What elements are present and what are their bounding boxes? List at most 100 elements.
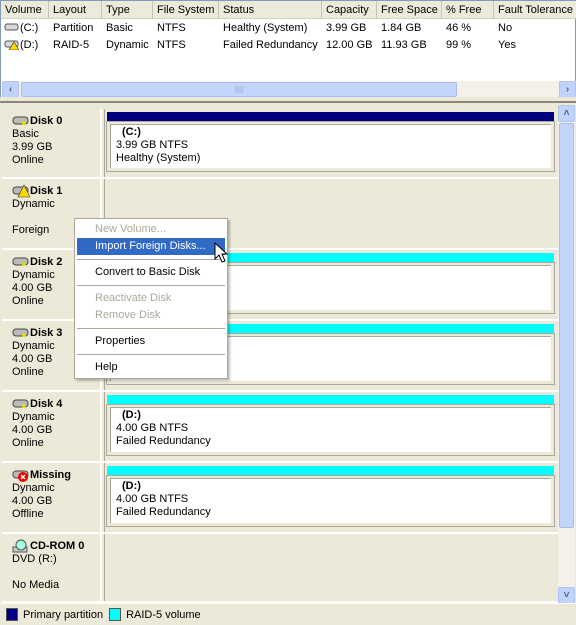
legend-swatch-raid5 [109,608,122,621]
cdrom-icon [12,539,30,553]
column-file-system[interactable]: File System [153,1,219,19]
volume-status: Failed Redundancy [116,435,211,447]
disk-icon [12,114,30,128]
volume-row[interactable]: (C:) Partition Basic NTFS Healthy (System) 3.… [1,20,576,37]
disk-info[interactable]: Missing Dynamic 4.00 GB Offline [2,463,102,532]
volume-label: (D:) [122,480,141,492]
volume-row[interactable]: (D:) RAID-5 Dynamic NTFS Failed Redundancy 12… [1,37,576,54]
menu-item-properties[interactable]: Properties [77,333,225,350]
cell-pct_free: 46 % [446,22,472,34]
column-status[interactable]: Status [219,1,322,19]
disk-type: Dynamic [12,411,55,423]
cell-free: 1.84 GB [381,22,422,34]
scroll-left-button[interactable]: ‹ [2,81,19,98]
scroll-down-button[interactable]: ˅ [558,587,575,604]
column-volume[interactable]: Volume [1,1,49,19]
volume-size-fs: 4.00 GB NTFS [116,493,189,505]
menu-separator [77,354,225,355]
disk-size: 4.00 GB [12,495,53,507]
cell-fs: NTFS [157,22,186,34]
menu-item-convert-to-basic-disk[interactable]: Convert to Basic Disk [77,264,225,281]
menu-item-new-volume: New Volume... [95,223,166,235]
menu-separator [77,328,225,329]
menu-item-import-foreign-disks[interactable]: Import Foreign Disks... [77,238,225,255]
disk-type: DVD (R:) [12,553,57,565]
disk-info[interactable]: Disk 0 Basic 3.99 GB Online [2,109,102,177]
volume-name: (D:) [20,39,39,51]
disk-info[interactable]: Disk 4 Dynamic 4.00 GB Online [2,392,102,461]
scroll-up-button[interactable]: ˄ [558,105,575,122]
disk-name: Disk 4 [30,397,63,410]
mouse-cursor-icon [214,242,228,263]
disk-state: Offline [12,508,44,520]
volume-size-fs: 4.00 GB NTFS [116,422,189,434]
disk-row-4[interactable]: Disk 4 Dynamic 4.00 GB Online (D:) 4.00 GB NT… [2,392,558,463]
disk-name: Disk 3 [30,326,63,339]
cell-type: Dynamic [106,39,149,51]
horizontal-scrollbar[interactable]: ‹ |||| › [2,81,576,98]
cell-free: 11.93 GB [381,39,427,51]
cell-volume: (D:) [1,37,49,54]
disk-volume-area: (D:) 4.00 GB NTFS Failed Redundancy [104,463,558,532]
menu-item-remove-disk: Remove Disk [95,309,161,321]
vertical-scroll-thumb[interactable] [559,123,574,528]
menu-separator [77,259,225,260]
volume-size-fs: 3.99 GB NTFS [116,139,189,151]
volume-label: (C:) [122,126,141,138]
legend-label-raid5: RAID-5 volume [126,608,201,621]
legend: Primary partition RAID-5 volume [0,603,576,625]
disk-row-5[interactable]: Missing Dynamic 4.00 GB Offline (D:) 4.00 GB … [2,463,558,534]
cell-fault: Yes [498,39,516,51]
disk-state: No Media [12,579,60,591]
context-menu: New Volume... Import Foreign Disks... Conv… [74,218,228,379]
disk-state: Online [12,154,44,166]
volume-name: (C:) [20,22,39,34]
disk-volume-area [104,534,558,601]
disk-name: Disk 0 [30,114,63,127]
disk-state: Online [12,437,44,449]
disk-size: 3.99 GB [12,141,53,153]
volume-block[interactable]: (D:) 4.00 GB NTFS Failed Redundancy [106,475,555,527]
disk-icon [12,397,30,411]
volume-status: Failed Redundancy [116,506,211,518]
column-capacity[interactable]: Capacity [322,1,377,19]
scroll-right-button[interactable]: › [559,81,576,98]
disk-warning-icon [12,184,31,198]
horizontal-scroll-thumb[interactable]: |||| [21,82,457,97]
column-layout[interactable]: Layout [49,1,102,19]
cell-layout: RAID-5 [53,39,90,51]
disk-row-0[interactable]: Disk 0 Basic 3.99 GB Online (C:) 3.99 GB NTFS… [2,109,558,179]
cell-capacity: 12.00 GB [326,39,373,51]
volume-status: Healthy (System) [116,152,201,164]
disk-row-6[interactable]: CD-ROM 0 DVD (R:) No Media [2,534,558,603]
vertical-scrollbar[interactable]: ˄ ˅ [558,105,575,604]
drive-warning-icon [4,38,20,52]
volume-block[interactable]: (C:) 3.99 GB NTFS Healthy (System) [106,121,555,172]
volume-color-bar [107,466,554,476]
volume-block[interactable]: (D:) 4.00 GB NTFS Failed Redundancy [106,404,555,456]
volume-list-header: Volume Layout Type File System Status Ca… [1,1,576,19]
column-free-space[interactable]: Free Space [377,1,442,19]
disk-size [12,566,100,579]
volume-list: Volume Layout Type File System Status Ca… [0,0,576,98]
disk-volume-area: (C:) 3.99 GB NTFS Healthy (System) [104,109,558,177]
menu-item-help[interactable]: Help [77,359,225,376]
disk-size: 4.00 GB [12,424,53,436]
cell-status: Failed Redundancy [223,39,318,51]
legend-swatch-primary [6,608,18,621]
disk-name: Disk 2 [30,255,63,268]
menu-item-reactivate-disk: Reactivate Disk [95,292,172,304]
column-type[interactable]: Type [102,1,153,19]
volume-label: (D:) [122,409,141,421]
cell-status: Healthy (System) [223,22,308,34]
cell-fault: No [498,22,513,34]
disk-icon [12,326,30,340]
column-pct-free[interactable]: % Free [442,1,494,19]
disk-info[interactable]: CD-ROM 0 DVD (R:) No Media [2,534,102,601]
volume-color-bar [107,112,554,122]
cell-pct_free: 99 % [446,39,472,51]
menu-separator [77,285,225,286]
cell-fs: NTFS [157,39,186,51]
drive-icon [4,21,20,35]
column-fault-tolerance[interactable]: Fault Tolerance [494,1,576,19]
